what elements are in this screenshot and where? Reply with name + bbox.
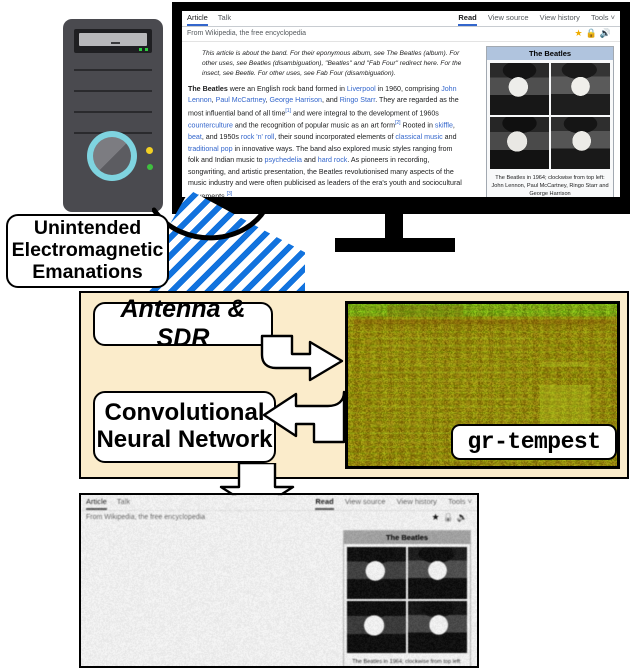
wiki-page-icons: ★🔒🔊 xyxy=(574,28,614,39)
reconstructed-wikipedia-page: Article Talk Read View source View histo… xyxy=(79,493,479,668)
em-line-3: Emanations xyxy=(12,262,164,284)
monitor-screen: Article Talk Read View source View histo… xyxy=(182,11,620,197)
tab-talk[interactable]: Talk xyxy=(117,497,130,506)
infobox-photo-grid xyxy=(344,544,470,656)
photo-paul-mccartney xyxy=(551,63,610,115)
cnn-label: Convolutional Neural Network xyxy=(96,400,272,454)
action-read[interactable]: Read xyxy=(458,13,476,26)
wiki-subtitle-row: From Wikipedia, the free encyclopedia ★🔒… xyxy=(81,511,477,526)
tab-article[interactable]: Article xyxy=(86,497,107,510)
em-line-1: Unintended xyxy=(12,218,164,240)
photo-ringo-starr xyxy=(347,601,406,653)
infobox-caption: The Beatles in 1964; clockwise from top … xyxy=(344,656,470,668)
wikipedia-page-source: Article Talk Read View source View histo… xyxy=(182,11,620,197)
callout-em-emanations: Unintended Electromagnetic Emanations xyxy=(6,214,169,288)
action-view-source[interactable]: View source xyxy=(345,497,386,506)
monitor: Article Talk Read View source View histo… xyxy=(172,2,630,214)
wiki-namespace-tabs: Article Talk xyxy=(187,13,239,22)
action-tools[interactable]: Tools ˅ xyxy=(591,13,615,22)
listen-icon[interactable]: 🔊 xyxy=(457,512,471,522)
wiki-hatnote: This article is about the band. For thei… xyxy=(202,49,462,79)
action-tools[interactable]: Tools ˅ xyxy=(448,497,472,506)
photo-john-lennon xyxy=(347,547,406,599)
action-view-source[interactable]: View source xyxy=(488,13,529,22)
infobox-title: The Beatles xyxy=(487,47,613,60)
arrow-capture-to-cnn xyxy=(262,382,348,444)
wikipedia-page-reconstructed: Article Talk Read View source View histo… xyxy=(81,495,477,666)
tower-vent-line xyxy=(74,90,152,92)
optical-drive-eject-mark xyxy=(111,42,120,44)
photo-george-harrison xyxy=(551,117,610,169)
tab-talk[interactable]: Talk xyxy=(218,13,231,22)
cnn-line-1: Convolutional xyxy=(96,400,272,427)
tab-article[interactable]: Article xyxy=(187,13,208,26)
lock-icon: 🔒 xyxy=(443,512,457,522)
wiki-text-column: This article is about the band. For thei… xyxy=(188,46,462,197)
photo-ringo-starr xyxy=(490,117,549,169)
wiki-tagline: From Wikipedia, the free encyclopedia xyxy=(187,30,306,37)
power-button-ring[interactable] xyxy=(87,131,137,181)
cnn-line-2: Neural Network xyxy=(96,427,272,454)
wiki-namespace-tabs: Article Talk xyxy=(86,497,138,506)
infobox-the-beatles: The Beatles The Beatles in 1964; clockwi… xyxy=(486,46,614,197)
status-led-green-icon xyxy=(147,164,153,170)
tower-vent-line xyxy=(74,111,152,113)
infobox-title: The Beatles xyxy=(344,531,470,544)
wiki-article-body: The Beatles The Beatles in 1964; clockwi… xyxy=(182,42,620,46)
optical-drive xyxy=(74,29,152,53)
photo-paul-mccartney xyxy=(408,547,467,599)
arrow-antenna-to-capture xyxy=(258,334,346,388)
wiki-tagline: From Wikipedia, the free encyclopedia xyxy=(86,514,205,521)
wiki-nav-row: Article Talk Read View source View histo… xyxy=(182,11,620,27)
star-icon[interactable]: ★ xyxy=(431,512,442,522)
gr-tempest-label: gr-tempest xyxy=(467,429,600,455)
power-button-icon xyxy=(93,137,131,175)
infobox-caption: The Beatles in 1964; clockwise from top … xyxy=(487,172,613,197)
callout-cnn: Convolutional Neural Network xyxy=(93,391,276,463)
wiki-paragraph: The Beatles were an English rock band fo… xyxy=(188,84,462,197)
star-icon[interactable]: ★ xyxy=(574,28,585,38)
monitor-power-cable xyxy=(152,202,272,242)
wiki-article-body: The Beatles The Beatles in 1964; clockwi… xyxy=(81,526,477,530)
photo-george-harrison xyxy=(408,601,467,653)
callout-em-emanations-text: Unintended Electromagnetic Emanations xyxy=(12,218,164,283)
wiki-view-actions: Read View source View history Tools ˅ xyxy=(449,13,615,22)
tower-vent-line xyxy=(74,69,152,71)
wiki-nav-row: Article Talk Read View source View histo… xyxy=(81,495,477,511)
em-line-2: Electromagnetic xyxy=(12,240,164,262)
monitor-stand-base xyxy=(335,238,455,252)
wiki-subtitle-row: From Wikipedia, the free encyclopedia ★🔒… xyxy=(182,27,620,42)
drive-led-icon xyxy=(139,48,142,51)
wiki-page-icons: ★🔒🔊 xyxy=(431,512,471,523)
optical-drive-slot xyxy=(79,33,147,46)
drive-led-icon xyxy=(145,48,148,51)
infobox-the-beatles: The Beatles The Beatles in 1964; clockwi… xyxy=(343,530,471,668)
antenna-sdr-label: Antenna & SDR xyxy=(95,295,271,353)
action-read[interactable]: Read xyxy=(315,497,333,510)
action-view-history[interactable]: View history xyxy=(397,497,437,506)
callout-gr-tempest: gr-tempest xyxy=(451,424,617,460)
status-led-amber-icon xyxy=(146,147,153,154)
action-view-history[interactable]: View history xyxy=(540,13,580,22)
lock-icon: 🔒 xyxy=(586,28,600,38)
listen-icon[interactable]: 🔊 xyxy=(600,28,614,38)
photo-john-lennon xyxy=(490,63,549,115)
wiki-view-actions: Read View source View history Tools ˅ xyxy=(306,497,472,506)
callout-antenna-sdr: Antenna & SDR xyxy=(93,302,273,346)
infobox-photo-grid xyxy=(487,60,613,172)
computer-tower xyxy=(63,19,163,212)
